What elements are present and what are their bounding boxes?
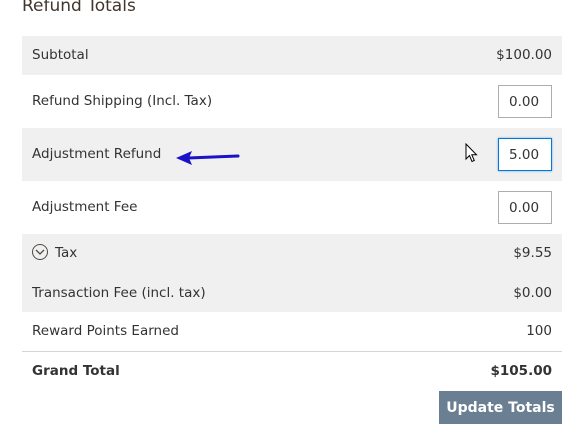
tax-block: Tax $9.55 Transaction Fee (incl. tax) $0…	[22, 234, 562, 312]
tax-value: $9.55	[513, 245, 552, 261]
subtotal-value: $100.00	[496, 47, 552, 63]
transaction-fee-value: $0.00	[513, 285, 552, 301]
subtotal-row: Subtotal $100.00	[22, 36, 562, 75]
tax-label: Tax	[55, 245, 78, 261]
section-title: Refund Totals	[22, 0, 136, 16]
arrow-left-icon	[176, 151, 240, 165]
adjustment-refund-row: Adjustment Refund	[22, 128, 562, 181]
refund-shipping-label: Refund Shipping (Incl. Tax)	[32, 93, 213, 109]
adjustment-fee-label: Adjustment Fee	[32, 199, 138, 215]
grand-total-value: $105.00	[490, 363, 553, 379]
transaction-fee-label: Transaction Fee (incl. tax)	[32, 285, 206, 301]
mouse-cursor-icon	[465, 143, 478, 163]
reward-points-value: 100	[526, 323, 552, 339]
adjustment-refund-label: Adjustment Refund	[32, 146, 162, 162]
reward-points-label: Reward Points Earned	[32, 323, 179, 339]
subtotal-label: Subtotal	[32, 47, 89, 63]
refund-shipping-row: Refund Shipping (Incl. Tax)	[22, 75, 562, 128]
adjustment-fee-row: Adjustment Fee	[22, 181, 562, 234]
adjustment-refund-input[interactable]	[498, 138, 552, 171]
update-totals-button[interactable]: Update Totals	[439, 391, 562, 424]
reward-points-row: Reward Points Earned 100	[22, 312, 562, 351]
grand-total-label: Grand Total	[32, 363, 120, 379]
grand-total-row: Grand Total $105.00	[22, 352, 562, 390]
adjustment-fee-input[interactable]	[498, 191, 552, 224]
chevron-down-circle-icon[interactable]	[32, 244, 48, 260]
refund-shipping-input[interactable]	[498, 85, 552, 118]
